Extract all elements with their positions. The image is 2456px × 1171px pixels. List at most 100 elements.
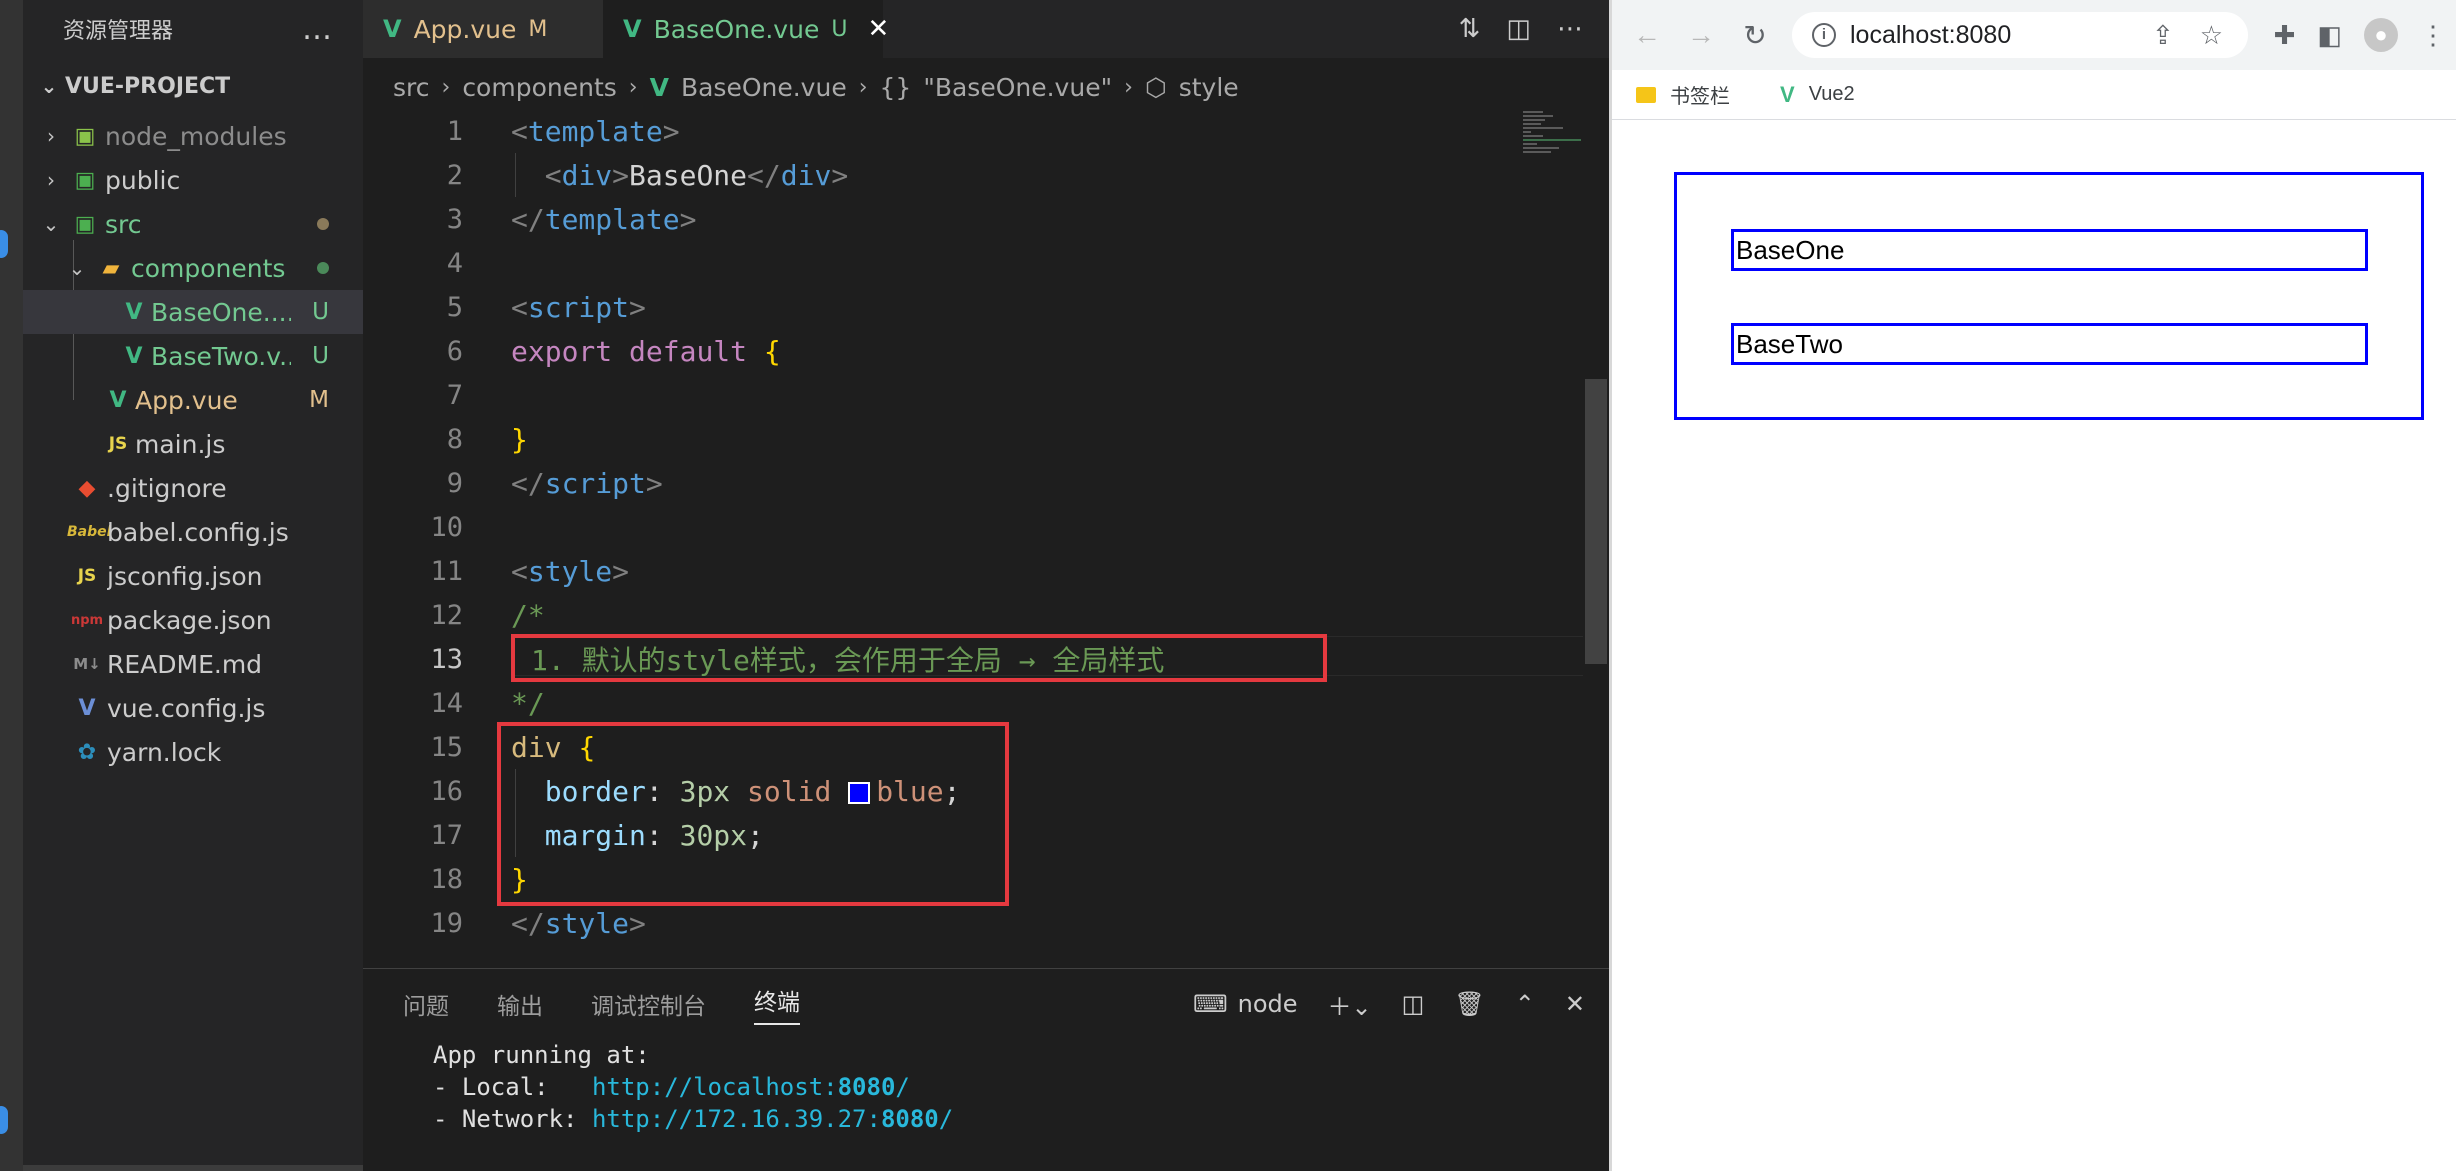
code-line: 2 <div>BaseOne</div> [363,153,1609,197]
tree-item-node-modules[interactable]: › ▣ node_modules [23,114,363,158]
babel-icon: Babel [67,524,112,540]
chevron-up-icon[interactable]: ⌃ [1515,990,1535,1018]
tab-terminal[interactable]: 终端 [754,983,800,1025]
vue-file-icon: V [78,695,96,721]
yarn-icon: ✿ [77,739,97,765]
minimap[interactable] [1523,109,1583,229]
tree-item-app-vue[interactable]: V App.vue M [23,378,363,422]
compare-changes-icon[interactable]: ⇅ [1459,14,1481,44]
close-icon[interactable]: ✕ [1565,990,1585,1018]
npm-icon: npm [70,612,104,628]
network-url[interactable]: http://172.16.39.27:8080/ [592,1105,953,1133]
code-line: 6 export default { [363,329,1609,373]
breadcrumb-src[interactable]: src [393,73,430,102]
tab-app-vue[interactable]: V App.vue M [363,0,603,58]
split-editor-icon[interactable]: ◫ [1506,14,1531,44]
page-root-div: BaseOne BaseTwo [1674,172,2424,420]
js-file-icon: JS [77,566,97,586]
side-panel-icon[interactable]: ◧ [2317,20,2342,51]
forward-icon[interactable]: → [1674,19,1728,51]
tree-item-label: .gitignore [107,473,227,503]
tree-item-readme[interactable]: M↓ README.md [23,642,363,686]
trash-icon[interactable]: 🗑 [1454,990,1484,1018]
breadcrumb-style[interactable]: style [1179,73,1239,102]
code-line: 1 <template> [363,109,1609,153]
breadcrumb-object[interactable]: "BaseOne.vue" [923,73,1112,102]
breadcrumb-file[interactable]: BaseOne.vue [681,73,847,102]
site-info-icon[interactable]: i [1812,23,1836,47]
untracked-dot [317,262,329,274]
share-icon[interactable]: ⇪ [2152,20,2174,51]
menu-icon[interactable]: ⋮ [2420,20,2446,51]
tree-item-label: README.md [107,649,263,679]
tree-item-label: main.js [135,429,226,459]
code-line: 19 </style> [363,901,1609,945]
more-actions-icon[interactable]: … [302,12,333,47]
tab-debug-console[interactable]: 调试控制台 [591,987,706,1021]
split-terminal-icon[interactable]: ◫ [1402,990,1425,1018]
line-number: 1 [446,115,463,147]
bookmarks-bar: 书签栏 V Vue2 [1612,70,2456,120]
modified-dot [317,218,329,230]
folder-icon: ▰ [102,255,120,281]
folder-icon: ▣ [74,211,96,237]
reload-icon[interactable]: ↻ [1728,19,1782,52]
untracked-badge: U [312,343,329,369]
extensions-icon[interactable]: ✚ [2274,20,2296,51]
tree-item-label: vue.config.js [107,693,266,723]
tab-problems[interactable]: 问题 [403,987,449,1021]
tree-item-package-json[interactable]: npm package.json [23,598,363,642]
profile-avatar[interactable]: ● [2364,18,2398,52]
tree-item-label: BaseOne.... [151,297,291,327]
tree-item-main-js[interactable]: JS main.js [23,422,363,466]
tree-item-baseone[interactable]: V BaseOne.... U [23,290,363,334]
tree-item-babel-config[interactable]: Babel babel.config.js [23,510,363,554]
bookmark-folder[interactable]: 书签栏 [1670,80,1730,109]
vertical-scrollbar[interactable] [1583,109,1609,969]
chevron-right-icon: › [47,124,55,148]
line-number: 18 [430,863,463,895]
url-text: localhost:8080 [1850,20,2012,49]
close-icon[interactable]: ✕ [867,14,889,44]
tree-item-label: src [105,209,142,239]
breadcrumb-components[interactable]: components [462,73,616,102]
terminal-output[interactable]: App running at: - Local: http://localhost… [363,1039,1609,1135]
bookmark-vue2[interactable]: Vue2 [1809,83,1855,106]
vue-file-icon: V [383,15,402,43]
tree-item-vue-config[interactable]: V vue.config.js [23,686,363,730]
add-terminal-icon[interactable]: ＋⌄ [1328,987,1372,1022]
tree-item-label: App.vue [135,385,238,415]
vue-file-icon: V [125,343,143,369]
tree-item-basetwo[interactable]: V BaseTwo.v... U [23,334,363,378]
bookmark-star-icon[interactable]: ☆ [2200,20,2223,51]
highlight-box-style-rule [497,722,1009,906]
line-number: 6 [446,335,463,367]
terminal-line: App running at: [433,1041,650,1069]
tab-baseone-vue[interactable]: V BaseOne.vue U ✕ [603,0,889,58]
tree-item-components[interactable]: ⌄ ▰ components [23,246,363,290]
tree-item-yarn-lock[interactable]: ✿ yarn.lock [23,730,363,774]
tree-item-public[interactable]: › ▣ public [23,158,363,202]
tree-item-jsconfig[interactable]: JS jsconfig.json [23,554,363,598]
browser-toolbar: ← → ↻ i localhost:8080 ⇪ ☆ ✚ ◧ ● ⋮ [1612,0,2456,70]
tree-item-label: public [105,165,181,195]
back-icon[interactable]: ← [1620,19,1674,51]
scrollbar-thumb[interactable] [1585,379,1607,664]
chevron-right-icon: › [47,168,55,192]
tree-item-src[interactable]: ⌄ ▣ src [23,202,363,246]
tab-output[interactable]: 输出 [497,987,543,1021]
project-root[interactable]: ⌄ VUE-PROJECT [23,58,363,114]
code-line: 10 [363,505,1609,549]
code-line: 12/* [363,593,1609,637]
terminal-name[interactable]: node [1238,990,1298,1018]
more-actions-icon[interactable]: ⋯ [1557,14,1583,44]
object-icon: {} [879,72,912,102]
local-url[interactable]: http://localhost:8080/ [592,1073,910,1101]
browser-window: ← → ↻ i localhost:8080 ⇪ ☆ ✚ ◧ ● ⋮ 书签栏 V… [1612,0,2456,1171]
tree-item-label: node_modules [105,121,287,151]
editor-actions: ⇅ ◫ ⋯ [1459,0,1583,58]
modified-badge: M [528,16,548,42]
explorer-title: 资源管理器 [63,19,174,44]
tree-item-gitignore[interactable]: ◆ .gitignore [23,466,363,510]
highlight-box-comment [511,634,1327,682]
